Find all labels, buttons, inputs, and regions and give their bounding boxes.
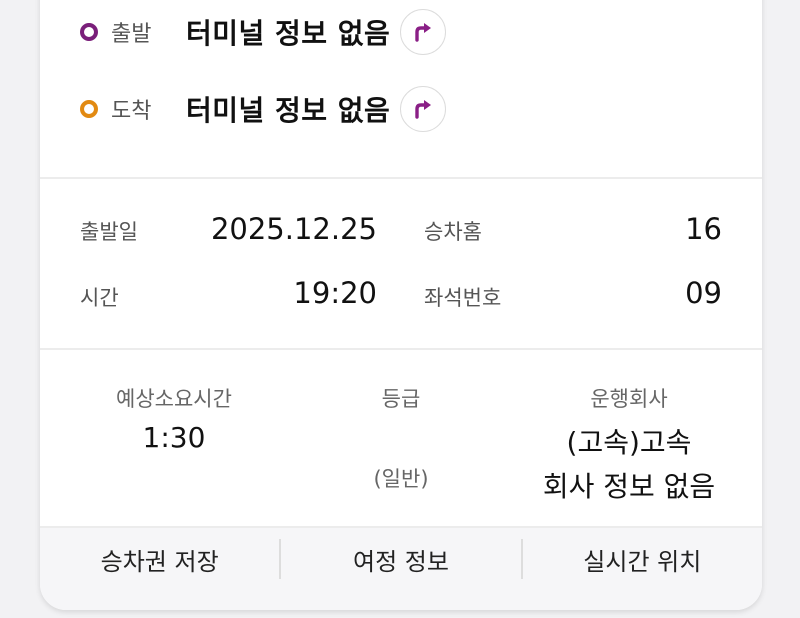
time-value: 19:20 bbox=[293, 276, 377, 310]
turn-right-arrow-icon bbox=[415, 100, 432, 119]
grade-column: 등급 (일반) bbox=[281, 383, 521, 493]
turn-right-arrow-icon bbox=[415, 23, 432, 42]
divider bbox=[40, 348, 762, 350]
divider bbox=[40, 177, 762, 179]
arrival-direction-button[interactable] bbox=[400, 86, 447, 132]
save-ticket-button[interactable]: 승차권 저장 bbox=[40, 528, 279, 590]
departure-row: 출발 터미널 정보 없음 bbox=[80, 7, 447, 57]
ticket-card: 출발 터미널 정보 없음 도착 터미널 정보 없음 출발일 2025.12.25… bbox=[40, 0, 762, 610]
action-bar: 승차권 저장 여정 정보 실시간 위치 bbox=[40, 528, 762, 610]
duration-column: 예상소요시간 1:30 bbox=[54, 383, 294, 454]
date-label: 출발일 bbox=[80, 220, 138, 244]
arrival-label: 도착 bbox=[111, 99, 152, 124]
grade-value: (일반) bbox=[373, 467, 429, 491]
duration-label: 예상소요시간 bbox=[116, 387, 232, 411]
date-value: 2025.12.25 bbox=[210, 212, 377, 246]
platform-label: 승차홈 bbox=[424, 220, 482, 244]
departure-direction-button[interactable] bbox=[400, 9, 447, 55]
arrival-terminal: 터미널 정보 없음 bbox=[186, 94, 391, 127]
realtime-location-button[interactable]: 실시간 위치 bbox=[523, 528, 762, 590]
departure-dot-icon bbox=[80, 23, 98, 41]
departure-label: 출발 bbox=[111, 22, 152, 47]
platform-value: 16 bbox=[685, 212, 722, 246]
time-label: 시간 bbox=[80, 286, 119, 310]
grade-label: 등급 bbox=[381, 387, 421, 411]
arrival-dot-icon bbox=[80, 100, 98, 118]
company-type: (고속)고속 bbox=[566, 426, 692, 459]
seat-label: 좌석번호 bbox=[424, 286, 502, 310]
arrival-row: 도착 터미널 정보 없음 bbox=[80, 84, 447, 134]
company-column: 운행회사 (고속)고속 회사 정보 없음 bbox=[509, 383, 749, 505]
trip-info-button[interactable]: 여정 정보 bbox=[281, 528, 520, 590]
departure-terminal: 터미널 정보 없음 bbox=[186, 17, 391, 50]
seat-value: 09 bbox=[685, 276, 722, 310]
company-name: 회사 정보 없음 bbox=[542, 470, 716, 503]
company-label: 운행회사 bbox=[590, 387, 668, 411]
duration-value: 1:30 bbox=[142, 421, 206, 454]
